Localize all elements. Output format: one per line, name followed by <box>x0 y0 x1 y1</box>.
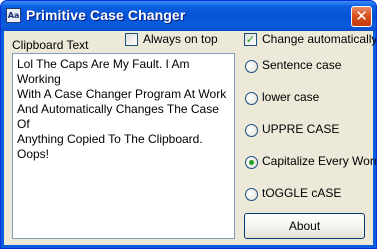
clipboard-label: Clipboard Text <box>12 38 89 52</box>
radio-lower-case-label[interactable]: lower case <box>262 90 319 104</box>
radio-upper-case[interactable] <box>245 124 258 137</box>
window-title: Primitive Case Changer <box>26 7 186 23</box>
radio-sentence-case-label[interactable]: Sentence case <box>262 58 341 72</box>
change-automatically-label[interactable]: Change automatically <box>262 32 376 46</box>
radio-capitalize-every-word[interactable] <box>245 156 258 169</box>
checkmark-icon: ✓ <box>245 33 256 46</box>
always-on-top-checkbox[interactable] <box>125 33 138 46</box>
clipboard-textarea[interactable]: Lol The Caps Are My Fault. I Am Working … <box>12 53 235 239</box>
title-bar[interactable]: Aa Primitive Case Changer ✕ <box>1 1 376 31</box>
client-area: Clipboard Text Always on top Lol The Cap… <box>4 31 376 245</box>
radio-selected-dot <box>249 160 254 165</box>
clipboard-text[interactable]: Lol The Caps Are My Fault. I Am Working … <box>17 57 231 162</box>
close-icon: ✕ <box>355 7 368 25</box>
radio-capitalize-every-word-label[interactable]: Capitalize Every Word <box>262 154 376 168</box>
about-button[interactable]: About <box>244 213 365 239</box>
change-automatically-checkbox[interactable]: ✓ <box>244 33 257 46</box>
close-button[interactable]: ✕ <box>351 6 372 27</box>
radio-toggle-case-label[interactable]: tOGGLE cASE <box>262 186 341 200</box>
app-icon: Aa <box>6 8 21 23</box>
always-on-top-label[interactable]: Always on top <box>143 32 218 46</box>
radio-upper-case-label[interactable]: UPPRE CASE <box>262 122 339 136</box>
radio-lower-case[interactable] <box>245 92 258 105</box>
app-window: Aa Primitive Case Changer ✕ Clipboard Te… <box>0 0 377 249</box>
radio-toggle-case[interactable] <box>245 188 258 201</box>
radio-sentence-case[interactable] <box>245 60 258 73</box>
